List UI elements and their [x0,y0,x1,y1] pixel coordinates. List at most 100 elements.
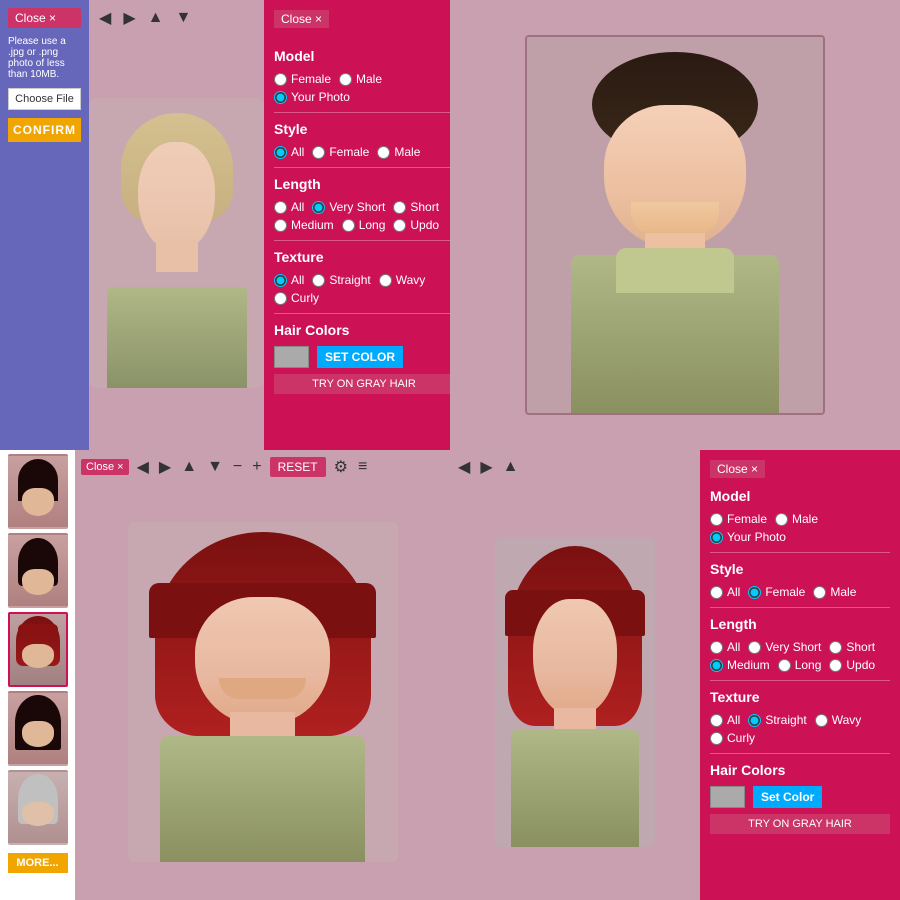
q4-try-gray-button[interactable]: TRY ON GRAY HAIR [710,814,890,834]
q4-texture-wavy-radio[interactable] [815,714,828,727]
nav-arrow-right-button[interactable]: ▶ [121,6,137,30]
q4-length-medium-option[interactable]: Medium [710,658,770,672]
texture-wavy-option[interactable]: Wavy [379,273,426,287]
q3-arrow-right-button[interactable]: ▶ [157,455,173,479]
q4-length-long-radio[interactable] [778,659,791,672]
q4-arrow-right-button[interactable]: ▶ [478,455,494,479]
texture-wavy-radio[interactable] [379,274,392,287]
thumbnail-1[interactable] [8,454,68,529]
q4-texture-curly-option[interactable]: Curly [710,731,755,745]
q4-model-yourphoto-option[interactable]: Your Photo [710,530,786,544]
length-long-radio[interactable] [342,219,355,232]
style-all-option[interactable]: All [274,145,304,159]
texture-all-radio[interactable] [274,274,287,287]
q4-length-all-option[interactable]: All [710,640,740,654]
style-male-radio[interactable] [377,146,390,159]
q4-length-short-option[interactable]: Short [829,640,875,654]
model-yourphoto-option[interactable]: Your Photo [274,90,350,104]
q4-texture-all-radio[interactable] [710,714,723,727]
model-male-radio[interactable] [339,73,352,86]
length-short-radio[interactable] [393,201,406,214]
length-vshort-radio[interactable] [312,201,325,214]
q4-style-male-option[interactable]: Male [813,585,856,599]
q4-model-female-radio[interactable] [710,513,723,526]
q4-length-short-radio[interactable] [829,641,842,654]
model-female-option[interactable]: Female [274,72,331,86]
length-updo-option[interactable]: Updo [393,218,439,232]
q4-arrow-up-button[interactable]: ▲ [501,456,521,478]
style-female-radio[interactable] [312,146,325,159]
thumbnail-5[interactable] [8,770,68,845]
length-medium-radio[interactable] [274,219,287,232]
q4-length-updo-option[interactable]: Updo [829,658,875,672]
model-female-radio[interactable] [274,73,287,86]
q3-gear-button[interactable]: ⚙ [332,455,350,479]
q4-style-all-radio[interactable] [710,586,723,599]
q4-texture-straight-radio[interactable] [748,714,761,727]
q4-length-medium-radio[interactable] [710,659,723,672]
color-swatch[interactable] [274,346,309,368]
q4-style-female-option[interactable]: Female [748,585,805,599]
nav-arrow-down-button[interactable]: ▼ [173,7,193,29]
q4-texture-curly-radio[interactable] [710,732,723,745]
file-panel-close-button[interactable]: Close × [8,8,81,28]
length-all-radio[interactable] [274,201,287,214]
q4-hair-colors-title: Hair Colors [710,762,890,778]
thumbnail-4[interactable] [8,691,68,766]
texture-straight-radio[interactable] [312,274,325,287]
length-updo-radio[interactable] [393,219,406,232]
q3-arrow-down-button[interactable]: ▼ [205,456,225,478]
q4-arrow-left-button[interactable]: ◀ [456,455,472,479]
length-medium-option[interactable]: Medium [274,218,334,232]
q4-color-swatch[interactable] [710,786,745,808]
q4-length-updo-radio[interactable] [829,659,842,672]
model-male-option[interactable]: Male [339,72,382,86]
style-female-option[interactable]: Female [312,145,369,159]
try-gray-button[interactable]: TRY ON GRAY HAIR [274,374,450,394]
model-yourphoto-radio[interactable] [274,91,287,104]
main-photo-content [527,37,823,413]
q4-style-male-radio[interactable] [813,586,826,599]
length-short-option[interactable]: Short [393,200,439,214]
q3-arrow-up-button[interactable]: ▲ [179,456,199,478]
thumbnail-3-active[interactable] [8,612,68,687]
length-all-option[interactable]: All [274,200,304,214]
q3-menu-button[interactable]: ≡ [356,456,369,478]
q4-model-yourphoto-radio[interactable] [710,531,723,544]
style-male-option[interactable]: Male [377,145,420,159]
q4-length-vshort-option[interactable]: Very Short [748,640,821,654]
texture-curly-option[interactable]: Curly [274,291,319,305]
q4-settings-close-button[interactable]: Close × [710,460,765,478]
set-color-button[interactable]: SET COLOR [317,346,403,368]
q4-model-female-option[interactable]: Female [710,512,767,526]
texture-all-option[interactable]: All [274,273,304,287]
q4-length-long-option[interactable]: Long [778,658,822,672]
thumbnail-2[interactable] [8,533,68,608]
q4-texture-wavy-option[interactable]: Wavy [815,713,862,727]
settings-close-button[interactable]: Close × [274,10,329,28]
q4-length-all-radio[interactable] [710,641,723,654]
q4-style-female-radio[interactable] [748,586,761,599]
length-vshort-option[interactable]: Very Short [312,200,385,214]
q4-texture-all-option[interactable]: All [710,713,740,727]
nav-arrow-up-button[interactable]: ▲ [146,7,166,29]
texture-straight-option[interactable]: Straight [312,273,370,287]
q4-model-male-radio[interactable] [775,513,788,526]
choose-file-button[interactable]: Choose File [8,88,81,110]
confirm-button[interactable]: CONFIRM [8,118,81,142]
q3-plus-button[interactable]: + [250,456,263,478]
q3-reset-button[interactable]: RESET [270,457,326,477]
q4-model-male-option[interactable]: Male [775,512,818,526]
texture-curly-radio[interactable] [274,292,287,305]
length-long-option[interactable]: Long [342,218,386,232]
q4-length-vshort-radio[interactable] [748,641,761,654]
q3-arrow-left-button[interactable]: ◀ [135,455,151,479]
q4-texture-straight-option[interactable]: Straight [748,713,806,727]
q4-style-all-option[interactable]: All [710,585,740,599]
q3-close-button[interactable]: Close × [81,459,129,475]
q4-set-color-button[interactable]: Set Color [753,786,822,808]
more-button[interactable]: MORE... [8,853,68,873]
style-all-radio[interactable] [274,146,287,159]
q3-minus-button[interactable]: − [231,456,244,478]
nav-arrow-left-button[interactable]: ◀ [97,6,113,30]
